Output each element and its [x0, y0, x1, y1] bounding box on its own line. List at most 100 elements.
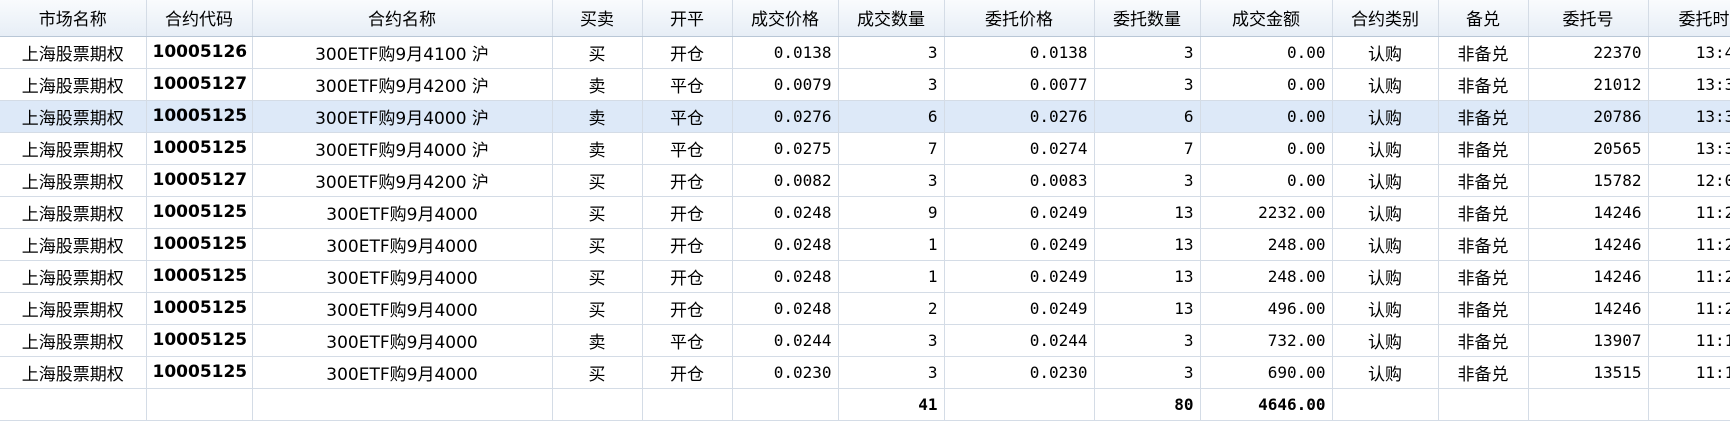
cell-market: 上海股票期权	[0, 100, 147, 133]
total-order-qty: 80	[1094, 388, 1201, 421]
cell-amount: 2232.00	[1200, 196, 1333, 229]
column-header-order-no[interactable]: 委托号	[1528, 0, 1649, 37]
total-empty-cell	[1332, 388, 1439, 421]
cell-ctype: 认购	[1332, 228, 1439, 261]
cell-time: 13:31:	[1648, 132, 1730, 165]
totals-row: 41 80 4646.00	[0, 388, 1730, 421]
cell-name: 300ETF购9月4000	[252, 260, 553, 293]
cell-cover: 非备兑	[1438, 260, 1529, 293]
cell-order-price: 0.0244	[944, 324, 1095, 357]
cell-ctype: 认购	[1332, 356, 1439, 389]
cell-name: 300ETF购9月4000	[252, 356, 553, 389]
cell-side: 卖	[552, 132, 643, 165]
cell-order-no: 20565	[1528, 132, 1649, 165]
column-header-side[interactable]: 买卖	[552, 0, 643, 37]
table-row[interactable]: 上海股票期权 10005125 300ETF购9月4000 沪卖平仓 0.0276 6 0…	[0, 100, 1730, 133]
cell-deal-price: 0.0082	[732, 164, 839, 197]
cell-order-price: 0.0083	[944, 164, 1095, 197]
cell-order-price: 0.0276	[944, 100, 1095, 133]
column-header-code[interactable]: 合约代码	[146, 0, 253, 37]
cell-ctype: 认购	[1332, 68, 1439, 101]
cell-deal-qty: 1	[838, 228, 945, 261]
cell-market: 上海股票期权	[0, 292, 147, 325]
cell-ctype: 认购	[1332, 196, 1439, 229]
table-row[interactable]: 上海股票期权 10005125 300ETF购9月4000 买开仓 0.0230 3 0.0…	[0, 356, 1730, 389]
cell-side: 买	[552, 164, 643, 197]
column-header-market[interactable]: 市场名称	[0, 0, 147, 37]
cell-code: 10005125	[146, 292, 253, 325]
cell-cover: 非备兑	[1438, 356, 1529, 389]
cell-oc: 开仓	[642, 164, 733, 197]
total-deal-qty: 41	[838, 388, 945, 421]
cell-oc: 平仓	[642, 100, 733, 133]
cell-code: 10005125	[146, 196, 253, 229]
cell-order-price: 0.0274	[944, 132, 1095, 165]
cell-cover: 非备兑	[1438, 68, 1529, 101]
cell-code: 10005127	[146, 164, 253, 197]
cell-order-price: 0.0077	[944, 68, 1095, 101]
cell-market: 上海股票期权	[0, 324, 147, 357]
cell-order-qty: 3	[1094, 68, 1201, 101]
column-header-name[interactable]: 合约名称	[252, 0, 553, 37]
table-row[interactable]: 上海股票期权 10005125 300ETF购9月4000 买开仓 0.0248 9 0.0…	[0, 196, 1730, 229]
cell-code: 10005125	[146, 356, 253, 389]
table-row[interactable]: 上海股票期权 10005125 300ETF购9月4000 沪卖平仓 0.0275 7 0…	[0, 132, 1730, 165]
cell-deal-qty: 3	[838, 356, 945, 389]
table-row[interactable]: 上海股票期权 10005127 300ETF购9月4200 沪买开仓 0.0082 3 0…	[0, 164, 1730, 197]
cell-market: 上海股票期权	[0, 164, 147, 197]
cell-cover: 非备兑	[1438, 228, 1529, 261]
cell-name: 300ETF购9月4000	[252, 228, 553, 261]
cell-order-no: 14246	[1528, 292, 1649, 325]
cell-name: 300ETF购9月4100 沪	[252, 36, 553, 69]
cell-deal-price: 0.0230	[732, 356, 839, 389]
cell-cover: 非备兑	[1438, 100, 1529, 133]
table-row[interactable]: 上海股票期权 10005125 300ETF购9月4000 买开仓 0.0248 1 0.0…	[0, 228, 1730, 261]
cell-code: 10005127	[146, 68, 253, 101]
column-header-contract-type[interactable]: 合约类别	[1332, 0, 1439, 37]
cell-side: 卖	[552, 68, 643, 101]
table-row[interactable]: 上海股票期权 10005126 300ETF购9月4100 沪买开仓 0.0138 3 0…	[0, 36, 1730, 69]
column-header-cover[interactable]: 备兑	[1438, 0, 1529, 37]
cell-side: 卖	[552, 324, 643, 357]
trade-table: 市场名称 合约代码 合约名称 买卖 开平 成交价格 成交数量 委托价格 委托数量 成交金额 合约类别…	[0, 0, 1730, 421]
cell-amount: 0.00	[1200, 164, 1333, 197]
column-header-deal-qty[interactable]: 成交数量	[838, 0, 945, 37]
column-header-amount[interactable]: 成交金额	[1200, 0, 1333, 37]
table-row[interactable]: 上海股票期权 10005125 300ETF购9月4000 买开仓 0.0248 2 0.0…	[0, 292, 1730, 325]
cell-oc: 开仓	[642, 196, 733, 229]
cell-market: 上海股票期权	[0, 228, 147, 261]
cell-side: 买	[552, 292, 643, 325]
cell-order-no: 14246	[1528, 196, 1649, 229]
cell-ctype: 认购	[1332, 100, 1439, 133]
cell-amount: 0.00	[1200, 132, 1333, 165]
cell-time: 11:21:	[1648, 196, 1730, 229]
cell-amount: 248.00	[1200, 260, 1333, 293]
total-empty-cell	[552, 388, 643, 421]
cell-code: 10005125	[146, 324, 253, 357]
cell-deal-qty: 2	[838, 292, 945, 325]
cell-order-price: 0.0249	[944, 228, 1095, 261]
cell-deal-qty: 3	[838, 164, 945, 197]
cell-cover: 非备兑	[1438, 196, 1529, 229]
column-header-order-qty[interactable]: 委托数量	[1094, 0, 1201, 37]
column-header-oc[interactable]: 开平	[642, 0, 733, 37]
cell-amount: 0.00	[1200, 68, 1333, 101]
table-row[interactable]: 上海股票期权 10005125 300ETF购9月4000 买开仓 0.0248 1 0.0…	[0, 260, 1730, 293]
cell-code: 10005125	[146, 228, 253, 261]
table-row[interactable]: 上海股票期权 10005127 300ETF购9月4200 沪卖平仓 0.0079 3 0…	[0, 68, 1730, 101]
column-header-deal-price[interactable]: 成交价格	[732, 0, 839, 37]
cell-cover: 非备兑	[1438, 132, 1529, 165]
table-row[interactable]: 上海股票期权 10005125 300ETF购9月4000 卖平仓 0.0244 3 0.0…	[0, 324, 1730, 357]
column-header-order-price[interactable]: 委托价格	[944, 0, 1095, 37]
total-empty-cell	[642, 388, 733, 421]
cell-deal-qty: 3	[838, 324, 945, 357]
cell-time: 11:21:	[1648, 228, 1730, 261]
cell-time: 13:48:	[1648, 36, 1730, 69]
cell-oc: 开仓	[642, 292, 733, 325]
cell-deal-price: 0.0248	[732, 292, 839, 325]
cell-order-qty: 13	[1094, 228, 1201, 261]
cell-side: 买	[552, 196, 643, 229]
total-empty-cell	[146, 388, 253, 421]
total-empty-cell	[732, 388, 839, 421]
column-header-order-time[interactable]: 委托时	[1648, 0, 1730, 37]
